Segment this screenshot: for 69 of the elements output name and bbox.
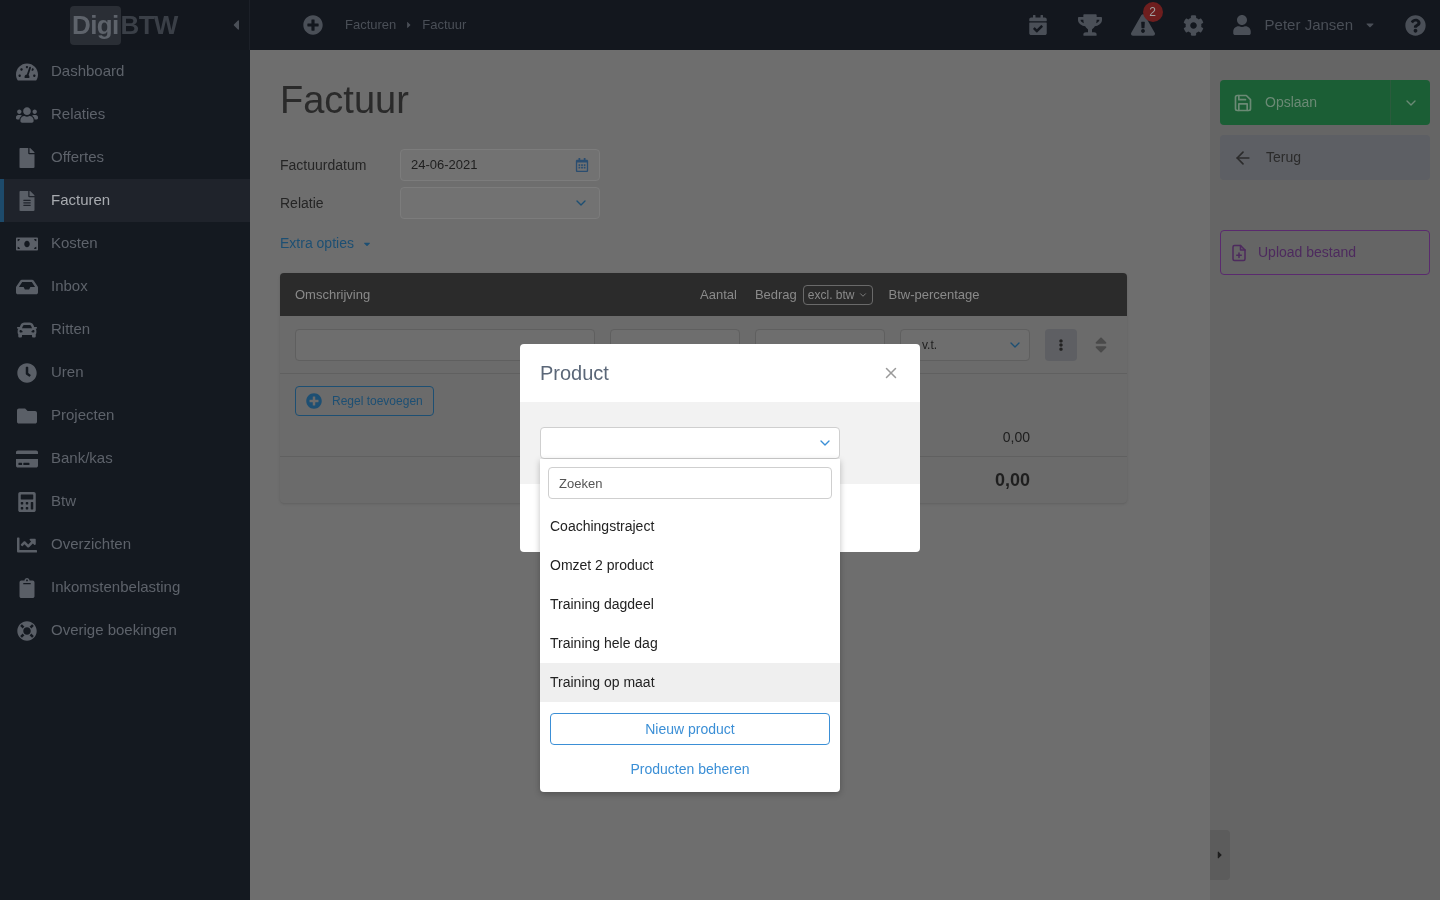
sidebar-item[interactable]: Offertes — [0, 136, 250, 179]
calendar-icon[interactable] — [1028, 15, 1047, 35]
caret-icon — [1216, 849, 1224, 861]
collapse-icon[interactable] — [231, 17, 241, 33]
sidebar-item[interactable]: Inbox — [0, 265, 250, 308]
plus-icon — [306, 393, 322, 409]
back-button[interactable]: Terug — [1220, 135, 1430, 180]
user-icon[interactable] — [1232, 15, 1251, 35]
column-header: Aantal — [700, 285, 737, 304]
dropdown-option[interactable]: Training hele dag — [540, 624, 840, 663]
dropdown-option[interactable]: Training op maat — [540, 663, 840, 702]
field-label: Relatie — [280, 193, 325, 213]
add-line-button[interactable]: Regel toevoegen — [295, 386, 434, 416]
add-icon[interactable] — [303, 15, 323, 35]
notification-badge: 2 — [1142, 2, 1163, 22]
sidebar-item[interactable]: Bank/kas — [0, 437, 250, 480]
column-header: Btw-percentage — [888, 285, 980, 304]
manage-products-link[interactable]: Producten beheren — [630, 759, 750, 780]
sidebar-item[interactable]: Facturen — [0, 179, 250, 222]
vat-select[interactable]: v.t. — [900, 328, 1030, 361]
column-header: Bedrag — [754, 285, 797, 304]
clock-icon — [16, 362, 38, 383]
modal-title: Product — [540, 361, 610, 386]
save-button[interactable]: Opslaan — [1220, 80, 1430, 125]
sidebar-item[interactable]: Ritten — [0, 308, 250, 351]
new-product-button[interactable]: Nieuw product — [550, 713, 830, 745]
calculator-icon — [16, 491, 38, 512]
dots-icon — [1056, 338, 1066, 351]
relation-select[interactable] — [400, 187, 600, 219]
separator-icon — [406, 20, 413, 30]
breadcrumb-link[interactable]: Facturen — [345, 15, 397, 35]
search-field[interactable]: Zoeken — [548, 467, 832, 499]
warning-icon[interactable] — [1130, 14, 1155, 36]
breadcrumb-current: Factuur — [422, 16, 467, 35]
settings-icon[interactable] — [1182, 14, 1204, 36]
sidebar-item[interactable]: Dashboard — [0, 50, 250, 93]
sidebar-item[interactable]: Projecten — [0, 394, 250, 437]
subtotal-amount: 0,00 — [1002, 429, 1030, 445]
column-header: Omschrijving — [295, 285, 372, 304]
row-menu-button[interactable] — [1045, 328, 1077, 361]
product-select[interactable] — [540, 427, 840, 459]
sidebar-item[interactable]: Btw — [0, 480, 250, 523]
field-label: Factuurdatum — [280, 155, 368, 175]
date-field[interactable]: 24-06-2021 — [400, 149, 600, 181]
sidebar-item[interactable]: Inkomstenbelasting — [0, 566, 250, 609]
trophy-icon[interactable] — [1077, 14, 1102, 36]
sidebar-item[interactable]: Uren — [0, 351, 250, 394]
dropdown-option[interactable]: Training dagdeel — [540, 585, 840, 624]
gauge-icon — [16, 61, 38, 82]
panel-toggle[interactable] — [1210, 830, 1230, 880]
dropdown-option[interactable]: Omzet 2 product — [540, 546, 840, 585]
sidebar-item[interactable]: Overige boekingen — [0, 609, 250, 652]
page-title: Factuur — [280, 78, 410, 123]
lifebuoy-icon — [16, 620, 38, 641]
sidebar-item[interactable]: Relaties — [0, 93, 250, 136]
help-icon[interactable] — [1405, 14, 1426, 36]
amount-mode-select[interactable]: excl. btw — [802, 284, 874, 305]
dropdown-option[interactable]: Coachingstraject — [540, 507, 840, 546]
user-name[interactable]: Peter Jansen — [1264, 13, 1353, 37]
floppy-icon — [1233, 92, 1253, 113]
sidebar-item[interactable]: Overzichten — [0, 523, 250, 566]
file-upload-icon — [1230, 242, 1248, 263]
sidebar-item[interactable]: Kosten — [0, 222, 250, 265]
users-icon — [16, 104, 38, 125]
extra-options-link[interactable]: Extra opties — [280, 233, 372, 254]
card-icon — [16, 448, 38, 469]
total-amount: 0,00 — [994, 468, 1030, 492]
calendar-icon[interactable] — [575, 158, 589, 172]
upload-button[interactable]: Upload bestand — [1220, 230, 1430, 275]
